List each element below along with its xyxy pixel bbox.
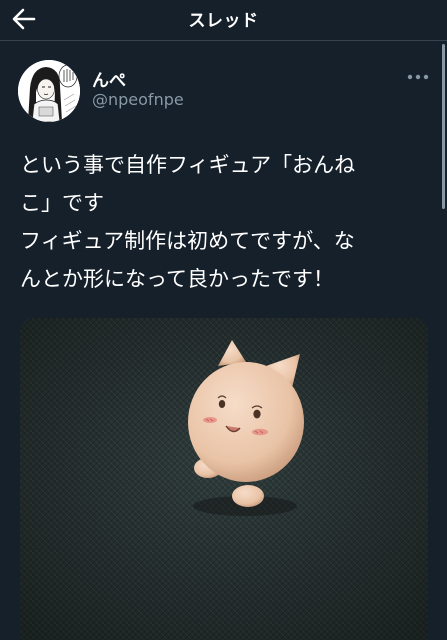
tweet-text-line: という事で自作フィギュア「おんね bbox=[20, 153, 356, 177]
tweet-text-line: こ」です bbox=[20, 191, 104, 215]
tweet-text-line: フィギュア制作は初めてですが、な bbox=[20, 229, 355, 253]
cat-figure-photo bbox=[20, 318, 428, 640]
more-horizontal-icon bbox=[407, 74, 429, 80]
top-bar: スレッド bbox=[0, 0, 447, 38]
avatar[interactable] bbox=[18, 60, 80, 122]
user-handle[interactable]: @npeofnpe bbox=[92, 90, 184, 109]
avatar-illustration bbox=[18, 60, 80, 122]
header-divider bbox=[0, 40, 447, 41]
tweet-text-line: んとか形になって良かったです！ bbox=[20, 267, 334, 291]
more-button[interactable] bbox=[404, 68, 432, 86]
display-name[interactable]: んぺ bbox=[92, 66, 126, 91]
tweet-text: という事で自作フィギュア「おんね こ」です フィギュア制作は初めてですが、な ん… bbox=[20, 146, 430, 298]
tweet-photo[interactable] bbox=[20, 318, 428, 640]
page-title: スレッド bbox=[188, 11, 259, 31]
scrollbar[interactable] bbox=[442, 44, 445, 209]
